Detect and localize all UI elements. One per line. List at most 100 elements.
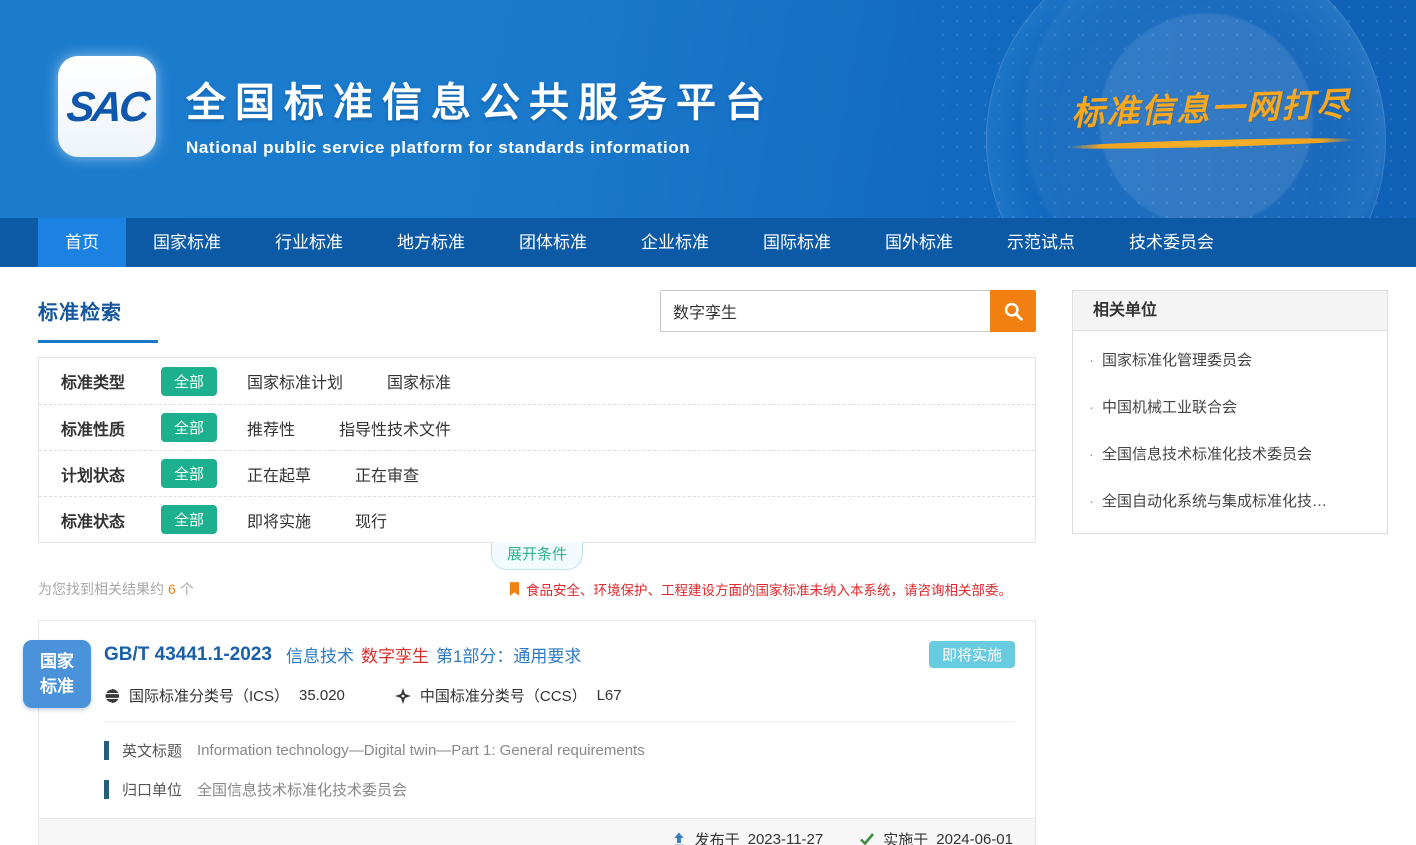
slogan-text: 标准信息一网打尽 [1060, 77, 1361, 135]
nav-item-technical-committees[interactable]: 技术委员会 [1102, 218, 1241, 267]
notice-text: 食品安全、环境保护、工程建设方面的国家标准未纳入本系统，请咨询相关部委。 [526, 579, 1012, 599]
english-title-label: 英文标题 [122, 740, 182, 761]
bullet-icon: · [1089, 399, 1094, 416]
nav-item-national-standards[interactable]: 国家标准 [126, 218, 248, 267]
sidebar-item-automation-systems[interactable]: · 全国自动化系统与集成标准化技… [1089, 478, 1371, 525]
standard-title-part2[interactable]: 第1部分：通用要求 [436, 642, 581, 667]
filter-row-standard-nature: 标准性质 全部 推荐性 指导性技术文件 [39, 404, 1035, 450]
filter-option[interactable]: 指导性技术文件 [339, 416, 451, 440]
filter-row-standard-type: 标准类型 全部 国家标准计划 国家标准 [39, 358, 1035, 404]
compass-icon [395, 688, 411, 704]
implemented-date: 2024-06-01 [936, 831, 1013, 845]
type-badge-line2: 标准 [40, 674, 74, 700]
globe-icon [104, 688, 120, 704]
related-units-title: 相关单位 [1073, 291, 1387, 331]
filter-all-button[interactable]: 全部 [161, 367, 217, 396]
english-title-value: Information technology—Digital twin—Part… [197, 742, 645, 759]
sidebar-item-label: 全国信息技术标准化技术委员会 [1102, 446, 1312, 463]
sidebar-item-label: 全国自动化系统与集成标准化技… [1102, 493, 1327, 510]
site-title-block: 全国标准信息公共服务平台 National public service pla… [186, 70, 774, 158]
sidebar-item-sac[interactable]: · 国家标准化管理委员会 [1089, 337, 1371, 384]
search-icon [1003, 301, 1024, 322]
nav-item-home[interactable]: 首页 [38, 218, 126, 267]
filter-panel: 标准类型 全部 国家标准计划 国家标准 标准性质 全部 推荐性 指导性技术文件 … [38, 357, 1036, 543]
nav-item-foreign-standards[interactable]: 国外标准 [858, 218, 980, 267]
nav-item-local-standards[interactable]: 地方标准 [370, 218, 492, 267]
bullet-icon: · [1089, 446, 1094, 463]
search-box [660, 290, 1036, 332]
field-marker-bar [104, 780, 109, 799]
filter-label: 标准性质 [61, 416, 161, 440]
ics-value: 35.020 [299, 687, 345, 704]
nav-item-enterprise-standards[interactable]: 企业标准 [614, 218, 736, 267]
card-divider [104, 721, 1015, 722]
nav-item-industry-standards[interactable]: 行业标准 [248, 218, 370, 267]
type-badge-line1: 国家 [40, 649, 74, 675]
section-title: 标准检索 [38, 296, 122, 325]
card-body: GB/T 43441.1-2023 信息技术 数字孪生 第1部分：通用要求 即将… [39, 621, 1035, 800]
result-info-row: 为您找到相关结果约6个 食品安全、环境保护、工程建设方面的国家标准未纳入本系统，… [38, 579, 1036, 599]
search-row: 标准检索 [38, 290, 1036, 343]
publish-upload-icon [671, 832, 687, 845]
related-units-list: · 国家标准化管理委员会 · 中国机械工业联合会 · 全国信息技术标准化技术委员会 ·… [1073, 331, 1387, 533]
sidebar-item-machinery-federation[interactable]: · 中国机械工业联合会 [1089, 384, 1371, 431]
filter-row-plan-status: 计划状态 全部 正在起草 正在审查 [39, 450, 1035, 496]
ccs-value: L67 [597, 687, 622, 704]
search-results-column: 标准检索 标准类型 全部 国家标准计划 国家标准 标准性质 [38, 290, 1036, 845]
committee-label: 归口单位 [122, 779, 182, 800]
filter-label: 标准状态 [61, 508, 161, 532]
card-footer: 发布于 2023-11-27 实施于 2024-06-01 [39, 818, 1035, 845]
field-marker-bar [104, 741, 109, 760]
implemented-date-group: 实施于 2024-06-01 [859, 829, 1013, 845]
filter-all-button[interactable]: 全部 [161, 459, 217, 488]
sidebar-item-it-standardization[interactable]: · 全国信息技术标准化技术委员会 [1089, 431, 1371, 478]
nav-item-pilot-demo[interactable]: 示范试点 [980, 218, 1102, 267]
filter-option[interactable]: 推荐性 [247, 416, 295, 440]
sac-logo[interactable]: SAC [58, 56, 156, 157]
ics-label: 国际标准分类号（ICS） [129, 685, 289, 706]
bookmark-icon [509, 582, 520, 597]
bullet-icon: · [1089, 493, 1094, 510]
sidebar-item-label: 中国机械工业联合会 [1102, 399, 1237, 416]
site-header: SAC 全国标准信息公共服务平台 National public service… [0, 0, 1416, 218]
expand-conditions-button[interactable]: 展开条件 [491, 542, 583, 570]
filter-option[interactable]: 正在审查 [355, 462, 419, 486]
site-subtitle: National public service platform for sta… [186, 138, 774, 158]
standard-title-highlight[interactable]: 数字孪生 [361, 642, 429, 667]
nav-item-international-standards[interactable]: 国际标准 [736, 218, 858, 267]
search-input[interactable] [660, 290, 990, 332]
filter-all-button[interactable]: 全部 [161, 505, 217, 534]
committee-row: 归口单位 全国信息技术标准化技术委员会 [104, 779, 1015, 800]
sac-logo-text: SAC [65, 83, 150, 131]
published-label: 发布于 [695, 829, 740, 845]
filter-option[interactable]: 即将实施 [247, 508, 311, 532]
filter-option[interactable]: 国家标准计划 [247, 369, 343, 393]
bullet-icon: · [1089, 352, 1094, 369]
standard-code-link[interactable]: GB/T 43441.1-2023 [104, 644, 272, 666]
ccs-group: 中国标准分类号（CCS） L67 [395, 685, 622, 706]
related-units-sidebar: 相关单位 · 国家标准化管理委员会 · 中国机械工业联合会 · 全国信息技术标准化技术… [1072, 290, 1388, 534]
system-notice: 食品安全、环境保护、工程建设方面的国家标准未纳入本系统，请咨询相关部委。 [509, 579, 1012, 599]
published-date-group: 发布于 2023-11-27 [671, 829, 824, 845]
sidebar-item-label: 国家标准化管理委员会 [1102, 352, 1252, 369]
standard-title-part1[interactable]: 信息技术 [286, 642, 354, 667]
published-date: 2023-11-27 [748, 831, 824, 845]
filter-row-standard-status: 标准状态 全部 即将实施 现行 [39, 496, 1035, 542]
filter-option[interactable]: 现行 [355, 508, 387, 532]
filter-all-button[interactable]: 全部 [161, 413, 217, 442]
committee-value: 全国信息技术标准化技术委员会 [197, 779, 407, 800]
classification-row: 国际标准分类号（ICS） 35.020 中国标准分类号（CCS） L67 [104, 685, 1015, 706]
result-count-number: 6 [168, 581, 176, 597]
filter-option[interactable]: 正在起草 [247, 462, 311, 486]
search-button[interactable] [990, 290, 1036, 332]
main-content: 标准检索 标准类型 全部 国家标准计划 国家标准 标准性质 [0, 267, 1416, 845]
filter-label: 标准类型 [61, 369, 161, 393]
nav-item-group-standards[interactable]: 团体标准 [492, 218, 614, 267]
implement-check-icon [859, 832, 875, 845]
result-count: 为您找到相关结果约6个 [38, 579, 194, 599]
filter-option[interactable]: 国家标准 [387, 369, 451, 393]
ccs-label: 中国标准分类号（CCS） [420, 685, 587, 706]
header-slogan: 标准信息一网打尽 [1061, 82, 1361, 147]
standard-title-row: GB/T 43441.1-2023 信息技术 数字孪生 第1部分：通用要求 即将… [104, 641, 1015, 668]
related-units-panel: 相关单位 · 国家标准化管理委员会 · 中国机械工业联合会 · 全国信息技术标准化技术… [1072, 290, 1388, 534]
